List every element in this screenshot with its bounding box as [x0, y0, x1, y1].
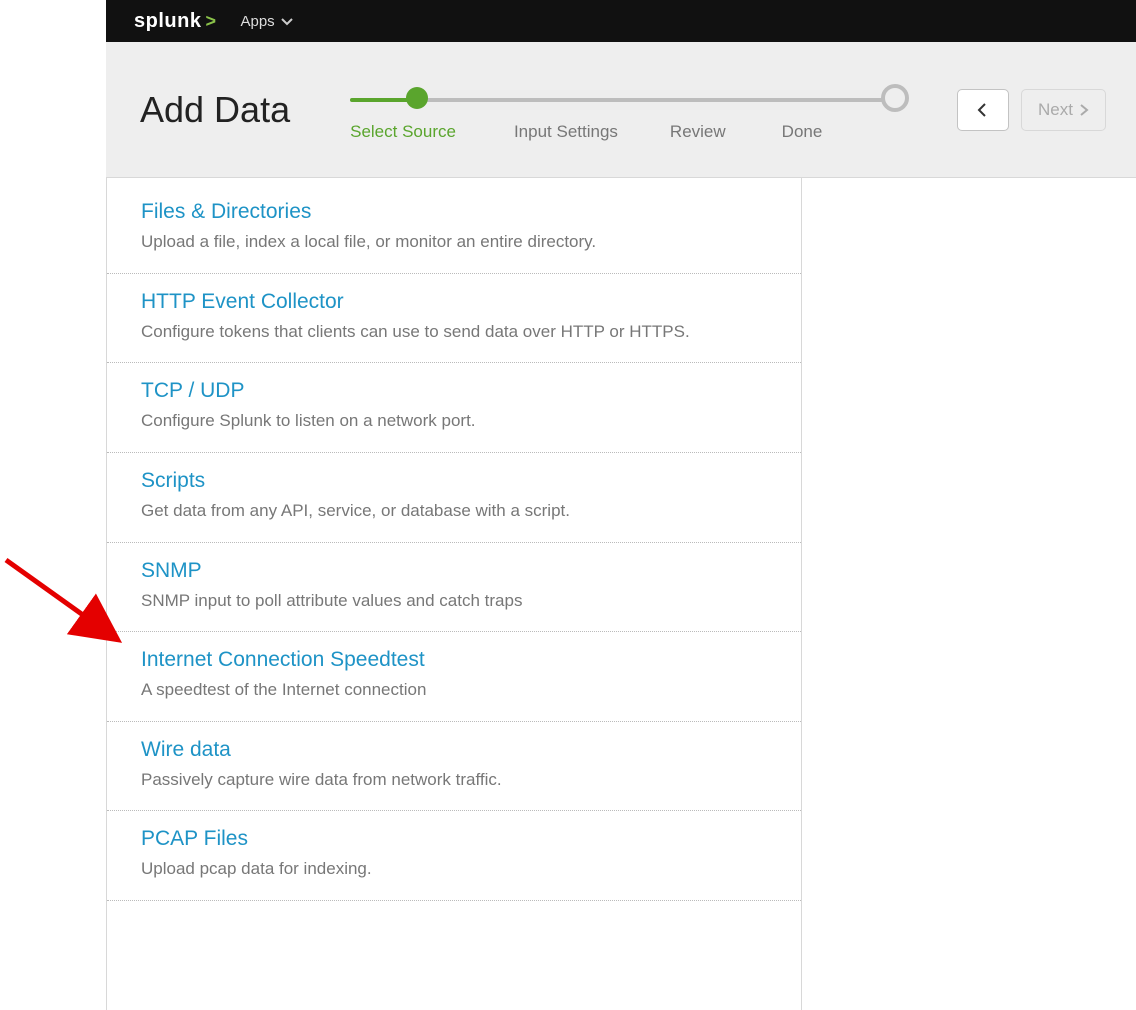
source-title: Internet Connection Speedtest — [141, 648, 767, 672]
source-desc: Configure tokens that clients can use to… — [141, 320, 701, 345]
source-desc: Passively capture wire data from network… — [141, 768, 701, 793]
wizard-step-input-settings[interactable]: Input Settings — [514, 122, 618, 142]
source-list: Files & Directories Upload a file, index… — [106, 178, 802, 1010]
back-button[interactable] — [957, 89, 1009, 131]
logo-caret-icon: > — [205, 11, 216, 32]
apps-menu-label: Apps — [240, 13, 274, 30]
wizard-line-complete — [350, 98, 414, 102]
wizard-line-remaining — [414, 98, 897, 102]
source-desc: Configure Splunk to listen on a network … — [141, 409, 701, 434]
next-button-label: Next — [1038, 100, 1073, 120]
chevron-left-icon — [977, 103, 989, 117]
next-button[interactable]: Next — [1021, 89, 1106, 131]
apps-menu[interactable]: Apps — [240, 13, 292, 30]
source-wire-data[interactable]: Wire data Passively capture wire data fr… — [107, 722, 801, 812]
source-pcap-files[interactable]: PCAP Files Upload pcap data for indexing… — [107, 811, 801, 901]
wizard-step-select-source[interactable]: Select Source — [350, 122, 456, 142]
source-files-directories[interactable]: Files & Directories Upload a file, index… — [107, 178, 801, 274]
source-title: Files & Directories — [141, 200, 767, 224]
source-title: HTTP Event Collector — [141, 290, 767, 314]
source-title: TCP / UDP — [141, 379, 767, 403]
wizard-header: Add Data Select Source Input Settings Re… — [106, 42, 1136, 178]
wizard-step-review[interactable]: Review — [670, 122, 726, 142]
top-nav: splunk > Apps — [106, 0, 1136, 42]
source-title: Scripts — [141, 469, 767, 493]
wizard-track — [350, 84, 909, 114]
source-title: SNMP — [141, 559, 767, 583]
source-title: PCAP Files — [141, 827, 767, 851]
source-snmp[interactable]: SNMP SNMP input to poll attribute values… — [107, 543, 801, 633]
source-scripts[interactable]: Scripts Get data from any API, service, … — [107, 453, 801, 543]
wizard-step-done[interactable]: Done — [782, 122, 823, 142]
wizard-progress: Select Source Input Settings Review Done — [350, 78, 909, 142]
source-internet-speedtest[interactable]: Internet Connection Speedtest A speedtes… — [107, 632, 801, 722]
source-title: Wire data — [141, 738, 767, 762]
source-tcp-udp[interactable]: TCP / UDP Configure Splunk to listen on … — [107, 363, 801, 453]
wizard-labels: Select Source Input Settings Review Done — [350, 122, 909, 142]
wizard-nav-buttons: Next — [957, 89, 1106, 131]
source-desc: Upload a file, index a local file, or mo… — [141, 230, 701, 255]
source-desc: Upload pcap data for indexing. — [141, 857, 701, 882]
source-http-event-collector[interactable]: HTTP Event Collector Configure tokens th… — [107, 274, 801, 364]
source-desc: SNMP input to poll attribute values and … — [141, 589, 701, 614]
wizard-node-final — [881, 84, 909, 112]
wizard-node-current — [406, 87, 428, 109]
chevron-down-icon — [281, 13, 293, 30]
chevron-right-icon — [1079, 104, 1089, 116]
logo-text: splunk — [134, 10, 201, 33]
source-desc: Get data from any API, service, or datab… — [141, 499, 701, 524]
source-desc: A speedtest of the Internet connection — [141, 678, 701, 703]
page-title: Add Data — [140, 89, 290, 131]
splunk-logo: splunk > — [134, 10, 216, 33]
